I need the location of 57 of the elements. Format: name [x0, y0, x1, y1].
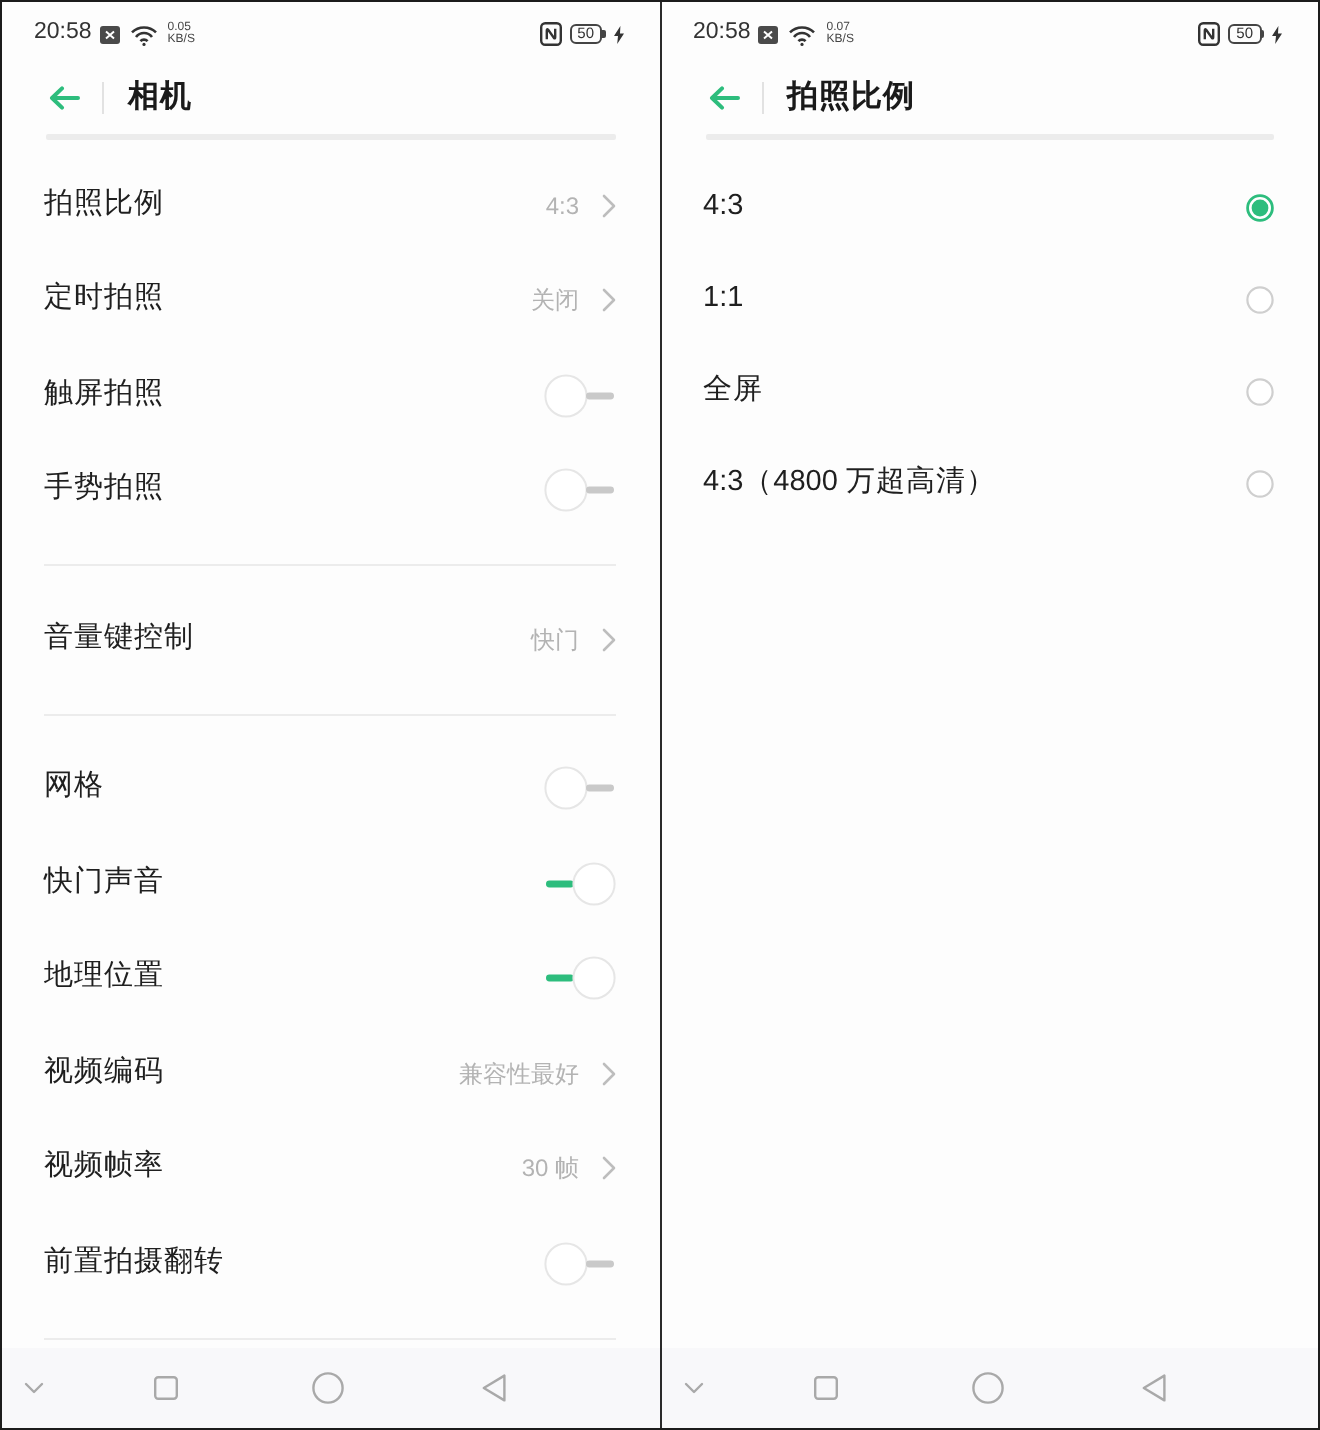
chevron-right-icon	[601, 627, 615, 652]
chevron-right-icon	[601, 1061, 615, 1086]
radio-button[interactable]	[1246, 378, 1274, 406]
back-arrow-icon[interactable]	[48, 86, 80, 110]
chevron-right-icon	[601, 288, 615, 313]
page-title: 相机	[128, 78, 192, 119]
setting-label[interactable]: 定时拍照	[44, 278, 164, 323]
toggle-switch[interactable]	[543, 1241, 615, 1286]
option-label[interactable]: 4:3（4800 万超高清）	[703, 462, 996, 506]
status-time: 20:58	[693, 18, 751, 49]
option-label[interactable]: 1:1	[703, 278, 744, 322]
setting-label[interactable]: 音量键控制	[44, 617, 194, 662]
nfc-icon	[539, 22, 562, 46]
chevron-right-icon	[601, 193, 615, 218]
setting-label[interactable]: 触屏拍照	[44, 373, 164, 418]
setting-label[interactable]: 前置拍摄翻转	[44, 1241, 224, 1286]
radio-button[interactable]	[1246, 194, 1274, 222]
triangle-icon[interactable]	[482, 1374, 506, 1402]
chevron-down-icon[interactable]	[24, 1382, 44, 1394]
lightning-icon	[613, 25, 623, 43]
setting-label[interactable]: 网格	[44, 766, 104, 811]
setting-value: 兼容性最好	[459, 1057, 579, 1092]
chevron-right-icon	[601, 1156, 615, 1181]
toggle-switch[interactable]	[543, 373, 615, 418]
setting-label[interactable]: 地理位置	[44, 956, 164, 1001]
radio-button[interactable]	[1246, 286, 1274, 314]
square-icon[interactable]	[154, 1376, 178, 1400]
radio-button[interactable]	[1246, 470, 1274, 498]
square-icon[interactable]	[813, 1376, 837, 1400]
setting-value: 30 帧	[521, 1152, 579, 1187]
chevron-down-icon[interactable]	[683, 1382, 703, 1394]
toggle-switch[interactable]	[543, 766, 615, 811]
setting-label[interactable]: 视频帧率	[44, 1146, 164, 1191]
status-time: 20:58	[34, 18, 92, 49]
setting-label[interactable]: 快门声音	[44, 861, 164, 906]
wifi-icon	[788, 23, 817, 45]
notification-icon	[99, 25, 120, 43]
option-label[interactable]: 4:3	[703, 186, 744, 230]
setting-value: 4:3	[545, 189, 579, 224]
notification-icon	[758, 25, 779, 43]
setting-label[interactable]: 手势拍照	[44, 468, 164, 513]
toggle-switch[interactable]	[543, 956, 615, 1001]
setting-label[interactable]: 拍照比例	[44, 183, 164, 228]
lightning-icon	[1272, 25, 1282, 43]
wifi-icon	[129, 23, 158, 45]
setting-value: 快门	[531, 623, 579, 658]
option-label[interactable]: 全屏	[703, 370, 763, 414]
circle-icon[interactable]	[312, 1372, 344, 1404]
circle-icon[interactable]	[971, 1372, 1003, 1404]
setting-label[interactable]: 视频编码	[44, 1051, 164, 1096]
page-title: 拍照比例	[787, 78, 915, 119]
nfc-icon	[1198, 22, 1221, 46]
toggle-switch[interactable]	[543, 468, 615, 513]
toggle-switch[interactable]	[543, 861, 615, 906]
back-arrow-icon[interactable]	[707, 86, 739, 110]
triangle-icon[interactable]	[1141, 1374, 1165, 1402]
setting-value: 关闭	[531, 284, 579, 319]
